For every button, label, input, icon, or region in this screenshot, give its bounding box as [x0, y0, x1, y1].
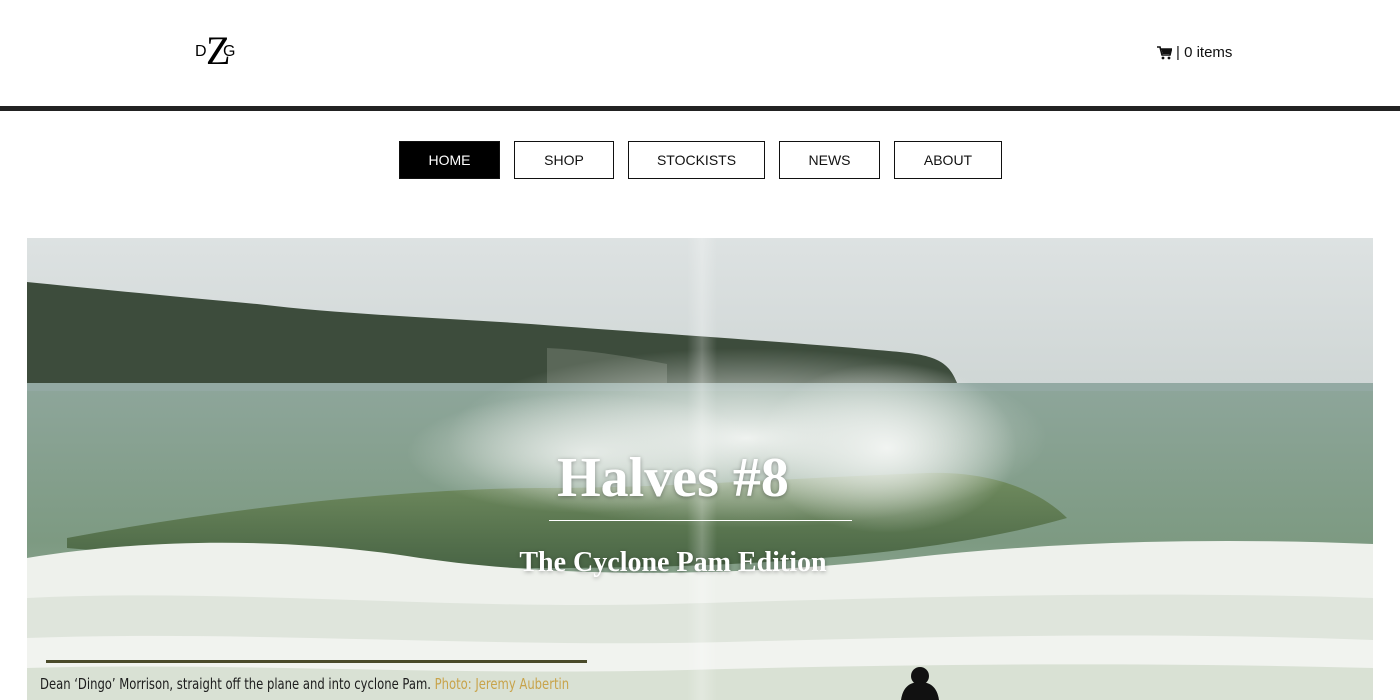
nav-shop-button[interactable]: SHOP: [514, 141, 614, 179]
logo-letter-d: D: [195, 43, 207, 60]
main-nav: HOME SHOP STOCKISTS NEWS ABOUT: [0, 141, 1400, 179]
hero-title-rule: [549, 520, 852, 521]
photo-credit: Photo: Jeremy Aubertin: [434, 675, 570, 693]
photo-caption: Dean ‘Dingo’ Morrison, straight off the …: [40, 675, 569, 693]
caption-text: Dean ‘Dingo’ Morrison, straight off the …: [40, 675, 431, 693]
site-header: D Z G | 0 items: [0, 0, 1400, 106]
cart-count-text: | 0 items: [1176, 44, 1233, 61]
cart-icon: [1157, 45, 1173, 60]
header-divider: [0, 106, 1400, 111]
nav-home-button[interactable]: HOME: [399, 141, 500, 179]
nav-about-button[interactable]: ABOUT: [894, 141, 1002, 179]
caption-rule: [46, 660, 587, 663]
hero-subtitle: The Cyclone Pam Edition: [519, 547, 827, 578]
nav-news-button[interactable]: NEWS: [779, 141, 880, 179]
hero-title: Halves #8: [557, 447, 789, 509]
logo-letter-g: G: [223, 43, 236, 60]
cart-link[interactable]: | 0 items: [1157, 44, 1232, 61]
nav-stockists-button[interactable]: STOCKISTS: [628, 141, 765, 179]
dzg-logo[interactable]: D Z G: [194, 31, 242, 72]
